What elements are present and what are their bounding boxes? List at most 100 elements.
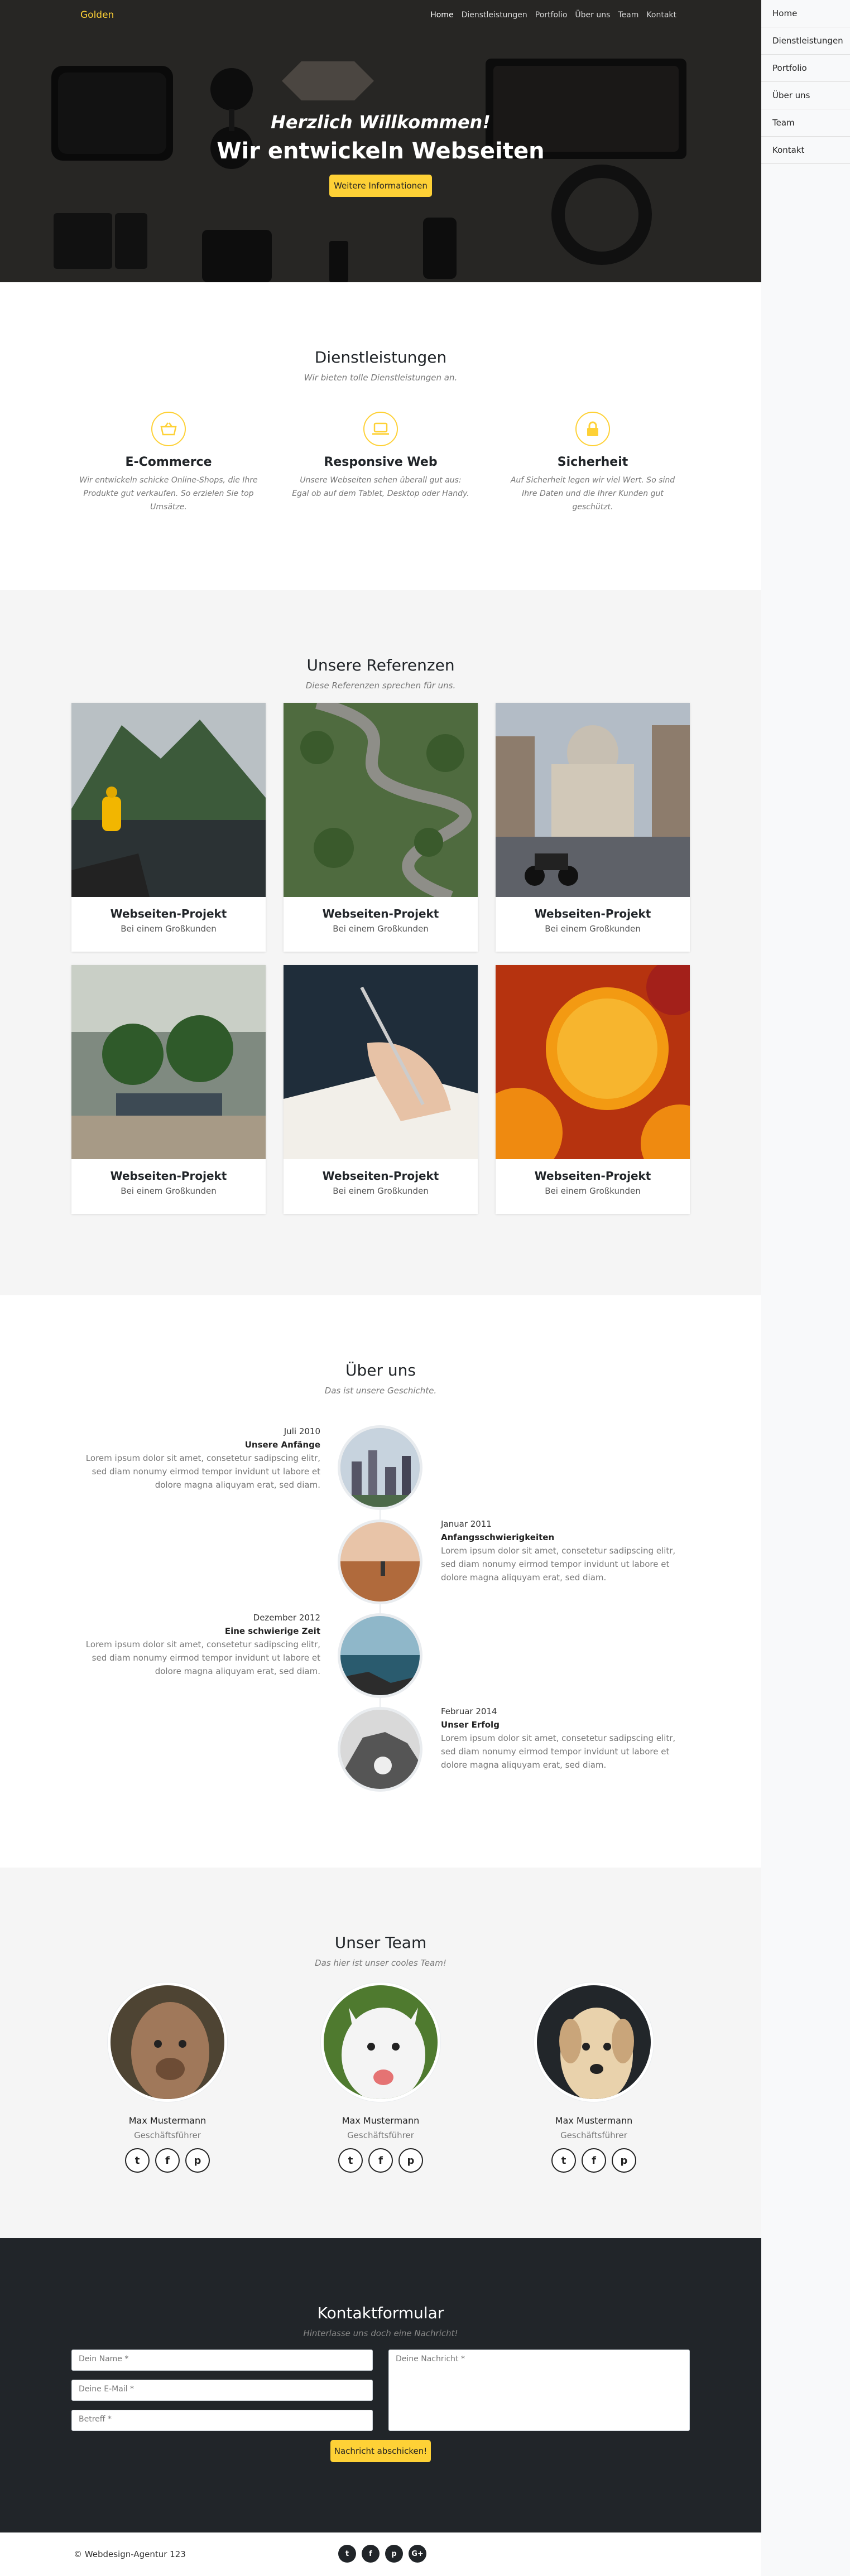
- service-title: Responsive Web: [324, 455, 438, 469]
- portfolio-item-subtitle: Bei einem Großkunden: [333, 1186, 429, 1196]
- twitter-icon[interactable]: t: [551, 2148, 576, 2173]
- team-section: Unser Team Das hier ist unser cooles Tea…: [0, 1868, 761, 2238]
- timeline-entry-4: Februar 2014 Unser Erfolg Lorem ipsum do…: [441, 1705, 681, 1772]
- sidebar-item-kontakt[interactable]: Kontakt: [761, 137, 850, 164]
- service-text: Wir entwickeln schicke Online-Shops, die…: [79, 476, 258, 512]
- nav-link-kontakt[interactable]: Kontakt: [646, 11, 676, 20]
- service-text: Auf Sicherheit legen wir viel Wert. So s…: [510, 476, 675, 512]
- nav-link-home[interactable]: Home: [430, 11, 453, 20]
- pinterest-icon[interactable]: p: [612, 2148, 636, 2173]
- service-item-ecommerce: E-Commerce Wir entwickeln schicke Online…: [79, 412, 258, 514]
- sidebar-item-ueber-uns[interactable]: Über uns: [761, 82, 850, 109]
- nav-link-team[interactable]: Team: [618, 11, 638, 20]
- portfolio-image-mall: [71, 965, 266, 1159]
- footer-socials: t f p G+: [338, 2545, 426, 2563]
- service-title: Sicherheit: [557, 455, 628, 469]
- timeline-entry-1: Juli 2010 Unsere Anfänge Lorem ipsum dol…: [80, 1425, 320, 1492]
- nav-link-dienstleistungen[interactable]: Dienstleistungen: [462, 11, 527, 20]
- portfolio-item[interactable]: Webseiten-Projekt Bei einem Großkunden: [496, 703, 690, 952]
- side-menu: Home Dienstleistungen Portfolio Über uns…: [761, 0, 850, 2576]
- team-title: Unser Team: [334, 1933, 427, 1952]
- portfolio-item[interactable]: Webseiten-Projekt Bei einem Großkunden: [71, 703, 266, 952]
- portfolio-title: Unsere Referenzen: [306, 656, 455, 674]
- timeline-heading: Anfangsschwierigkeiten: [441, 1532, 555, 1542]
- timeline-text: Lorem ipsum dolor sit amet, consetetur s…: [85, 1453, 320, 1490]
- service-item-sicherheit: Sicherheit Auf Sicherheit legen wir viel…: [503, 412, 682, 514]
- member-name: Max Mustermann: [342, 2115, 420, 2126]
- send-message-button[interactable]: Nachricht abschicken!: [330, 2440, 431, 2462]
- contact-subtitle: Hinterlasse uns doch eine Nachricht!: [303, 2328, 458, 2338]
- member-role: Geschäftsführer: [347, 2130, 414, 2140]
- portfolio-item-subtitle: Bei einem Großkunden: [333, 924, 429, 934]
- member-name: Max Mustermann: [555, 2115, 633, 2126]
- avatar: [534, 1982, 654, 2102]
- services-title: Dienstleistungen: [314, 348, 447, 366]
- timeline-image-coast: [338, 1613, 422, 1698]
- facebook-icon[interactable]: f: [362, 2545, 380, 2563]
- twitter-icon[interactable]: t: [338, 2148, 363, 2173]
- portfolio-image-writing: [284, 965, 478, 1159]
- portfolio-item[interactable]: Webseiten-Projekt Bei einem Großkunden: [496, 965, 690, 1214]
- avatar: [321, 1982, 440, 2102]
- footer: © Webdesign-Agentur 123 t f p G+: [0, 2532, 761, 2576]
- email-field[interactable]: Deine E-Mail *: [71, 2380, 373, 2401]
- hero-section: Golden Home Dienstleistungen Portfolio Ü…: [0, 0, 761, 282]
- member-name: Max Mustermann: [128, 2115, 207, 2126]
- member-role: Geschäftsführer: [560, 2130, 627, 2140]
- member-role: Geschäftsführer: [134, 2130, 201, 2140]
- twitter-icon[interactable]: t: [338, 2545, 356, 2563]
- subject-field[interactable]: Betreff *: [71, 2410, 373, 2431]
- portfolio-image-lake: [71, 703, 266, 897]
- timeline-date: Dezember 2012: [253, 1613, 320, 1623]
- portfolio-item-title: Webseiten-Projekt: [110, 1169, 227, 1183]
- portfolio-subtitle: Diese Referenzen sprechen für uns.: [305, 681, 456, 691]
- hero-title: Wir entwickeln Webseiten: [217, 138, 545, 164]
- timeline-entry-3: Dezember 2012 Eine schwierige Zeit Lorem…: [80, 1611, 320, 1678]
- service-item-responsive-web: Responsive Web Unsere Webseiten sehen üb…: [291, 412, 470, 500]
- google-plus-icon[interactable]: G+: [409, 2545, 426, 2563]
- portfolio-item[interactable]: Webseiten-Projekt Bei einem Großkunden: [71, 965, 266, 1214]
- more-info-button[interactable]: Weitere Informationen: [329, 175, 432, 197]
- page: Golden Home Dienstleistungen Portfolio Ü…: [0, 0, 761, 2576]
- timeline-heading: Unser Erfolg: [441, 1720, 500, 1730]
- facebook-icon[interactable]: f: [582, 2148, 606, 2173]
- portfolio-item[interactable]: Webseiten-Projekt Bei einem Großkunden: [284, 965, 478, 1214]
- timeline-image-desert: [338, 1519, 422, 1604]
- sidebar-item-team[interactable]: Team: [761, 109, 850, 137]
- portfolio-image-oranges: [496, 965, 690, 1159]
- nav-link-ueber-uns[interactable]: Über uns: [575, 11, 610, 20]
- facebook-icon[interactable]: f: [155, 2148, 180, 2173]
- top-navbar: Golden Home Dienstleistungen Portfolio Ü…: [0, 0, 761, 31]
- timeline-date: Juli 2010: [284, 1426, 320, 1436]
- team-member: Max Mustermann Geschäftsführer t f p: [308, 1982, 453, 2173]
- team-member: Max Mustermann Geschäftsführer t f p: [95, 1982, 240, 2173]
- member-socials: t f p: [95, 2148, 240, 2173]
- nav-links: Home Dienstleistungen Portfolio Über uns…: [430, 11, 676, 20]
- portfolio-item-subtitle: Bei einem Großkunden: [545, 1186, 641, 1196]
- service-text: Unsere Webseiten sehen überall gut aus: …: [292, 476, 469, 498]
- team-subtitle: Das hier ist unser cooles Team!: [315, 1958, 446, 1968]
- message-field[interactable]: Deine Nachricht *: [388, 2350, 690, 2431]
- nav-link-portfolio[interactable]: Portfolio: [535, 11, 568, 20]
- sidebar-item-home[interactable]: Home: [761, 0, 850, 27]
- portfolio-section: Unsere Referenzen Diese Referenzen sprec…: [0, 590, 761, 1295]
- sidebar-item-dienstleistungen[interactable]: Dienstleistungen: [761, 27, 850, 55]
- timeline-heading: Eine schwierige Zeit: [224, 1626, 320, 1636]
- member-socials: t f p: [308, 2148, 453, 2173]
- pinterest-icon[interactable]: p: [385, 2545, 403, 2563]
- timeline-image-city: [338, 1425, 422, 1510]
- pinterest-icon[interactable]: p: [398, 2148, 423, 2173]
- timeline-heading: Unsere Anfänge: [244, 1440, 320, 1450]
- pinterest-icon[interactable]: p: [185, 2148, 210, 2173]
- about-subtitle: Das ist unsere Geschichte.: [324, 1386, 437, 1396]
- services-subtitle: Wir bieten tolle Dienstleistungen an.: [304, 373, 458, 383]
- facebook-icon[interactable]: f: [368, 2148, 393, 2173]
- portfolio-item[interactable]: Webseiten-Projekt Bei einem Großkunden: [284, 703, 478, 952]
- team-member: Max Mustermann Geschäftsführer t f p: [521, 1982, 666, 2173]
- twitter-icon[interactable]: t: [125, 2148, 150, 2173]
- portfolio-item-title: Webseiten-Projekt: [534, 1169, 651, 1183]
- name-field[interactable]: Dein Name *: [71, 2350, 373, 2371]
- contact-title: Kontaktformular: [317, 2304, 444, 2322]
- brand-logo[interactable]: Golden: [80, 9, 114, 21]
- sidebar-item-portfolio[interactable]: Portfolio: [761, 55, 850, 82]
